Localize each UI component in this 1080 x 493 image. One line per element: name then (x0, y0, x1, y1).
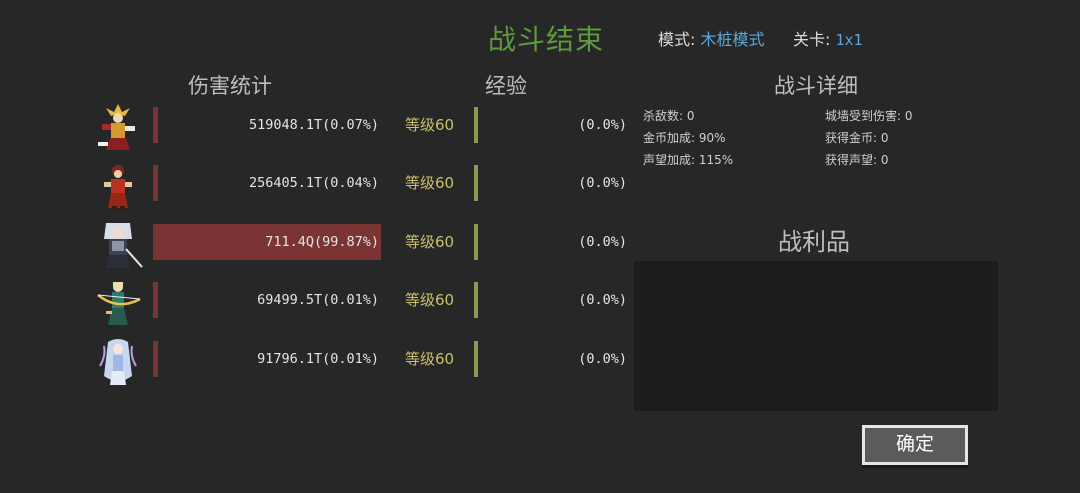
mode-label: 模式: (658, 30, 696, 49)
kill-count-value: 0 (686, 109, 695, 123)
damage-value: 519048.1T(0.07%) (248, 117, 379, 133)
kill-count-label: 杀敌数: (643, 109, 684, 123)
damage-value: 711.4Q(99.87%) (265, 234, 379, 250)
gold-bonus-value: 90% (698, 131, 726, 145)
fame-gained: 获得声望: 0 (825, 151, 889, 168)
hero-row: 519048.1T(0.07%) 等级60 (0.0%) (0, 100, 640, 158)
exp-value: (0.0%) (578, 292, 627, 308)
damage-value: 256405.1T(0.04%) (248, 175, 379, 191)
battle-details-heading: 战斗详细 (774, 74, 858, 98)
golden-warrior-sprite-icon (98, 104, 135, 150)
loot-panel (634, 261, 998, 411)
hero-row: 69499.5T(0.01%) 等级60 (0.0%) (0, 275, 640, 333)
fame-gained-value: 0 (880, 153, 889, 167)
fame-bonus-label: 声望加成: (643, 153, 696, 167)
exp-bar (474, 165, 478, 201)
fame-gained-label: 获得声望: (825, 153, 878, 167)
silver-swordsman-sprite-icon (104, 223, 143, 268)
exp-bar (474, 341, 478, 377)
gold-gained: 获得金币: 0 (825, 129, 889, 146)
gold-gained-value: 0 (880, 131, 889, 145)
gold-bonus-label: 金币加成: (643, 131, 696, 145)
gold-bonus: 金币加成: 90% (643, 129, 726, 146)
hero-level: 等级60 (405, 291, 455, 309)
exp-heading: 经验 (485, 74, 527, 98)
stage-value: 1x1 (835, 31, 863, 49)
kill-count: 杀敌数: 0 (643, 107, 695, 124)
exp-value: (0.0%) (578, 175, 627, 191)
stage-info: 关卡: 1x1 (793, 26, 863, 50)
battle-end-title: 战斗结束 (488, 23, 605, 56)
exp-value: (0.0%) (578, 351, 627, 367)
exp-value: (0.0%) (578, 234, 627, 250)
stage-label: 关卡: (793, 30, 831, 49)
red-fighter-sprite-icon (104, 165, 132, 210)
fame-bonus-value: 115% (698, 153, 734, 167)
exp-value: (0.0%) (578, 117, 627, 133)
hero-level: 等级60 (405, 174, 455, 192)
ice-maiden-sprite-icon (99, 339, 137, 385)
wall-damage: 城墙受到伤害: 0 (825, 107, 913, 124)
hero-level: 等级60 (405, 350, 455, 368)
damage-value: 69499.5T(0.01%) (257, 292, 379, 308)
wall-damage-label: 城墙受到伤害: (825, 109, 902, 123)
mode-value: 木桩模式 (700, 30, 765, 49)
exp-bar (474, 107, 478, 143)
loot-heading: 战利品 (778, 228, 850, 256)
hero-level: 等级60 (405, 233, 455, 251)
hero-row: 711.4Q(99.87%) 等级60 (0.0%) (0, 217, 640, 275)
gold-gained-label: 获得金币: (825, 131, 878, 145)
fame-bonus: 声望加成: 115% (643, 151, 733, 168)
confirm-button[interactable]: 确定 (862, 425, 968, 465)
wall-damage-value: 0 (904, 109, 913, 123)
hero-row: 256405.1T(0.04%) 等级60 (0.0%) (0, 158, 640, 216)
exp-bar (474, 282, 478, 318)
damage-stats-heading: 伤害统计 (188, 74, 272, 98)
elf-archer-sprite-icon (97, 282, 141, 325)
damage-value: 91796.1T(0.01%) (257, 351, 379, 367)
mode-info: 模式: 木桩模式 (658, 26, 765, 50)
exp-bar (474, 224, 478, 260)
hero-level: 等级60 (405, 116, 455, 134)
hero-row: 91796.1T(0.01%) 等级60 (0.0%) (0, 334, 640, 392)
